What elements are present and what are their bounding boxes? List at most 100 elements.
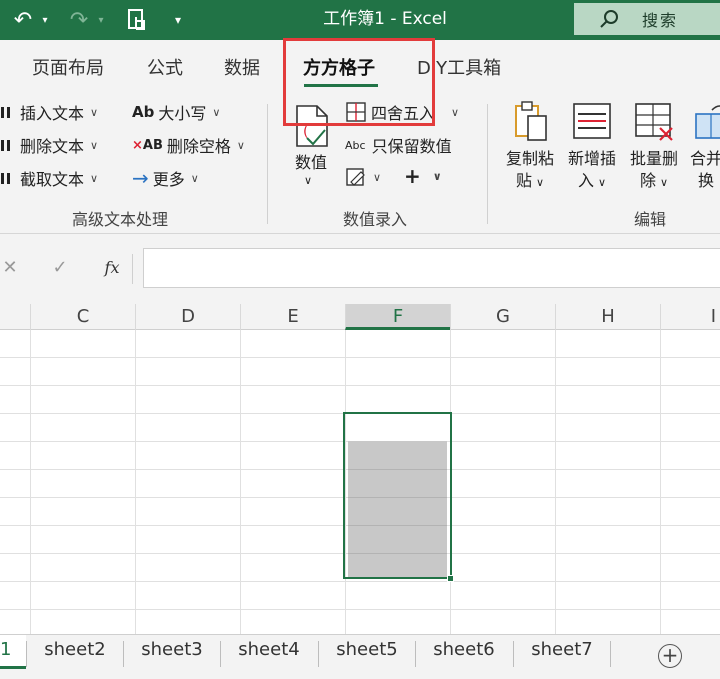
- tab-formulas[interactable]: 公式: [147, 54, 183, 80]
- sheet-tab-sheet5[interactable]: sheet5: [319, 639, 415, 665]
- merge-swap-button[interactable]: 合并 换: [686, 100, 720, 200]
- search-box[interactable]: 搜索: [574, 3, 720, 35]
- chevron-down-icon: ∨: [451, 105, 460, 119]
- merge-swap-label: 合并: [689, 149, 720, 168]
- customize-toolbar-icon[interactable]: ▾: [168, 6, 188, 34]
- touch-mode-icon[interactable]: [122, 6, 152, 34]
- insert-text-icon: [0, 103, 16, 121]
- extract-text-button[interactable]: 截取文本 ∨: [0, 166, 98, 190]
- redo-dropdown-chevron-icon[interactable]: ▾: [94, 6, 108, 34]
- round-button[interactable]: 四舍五入 ∨: [345, 100, 459, 124]
- delete-text-label: 删除文本: [20, 137, 85, 156]
- tab-diy-toolbox[interactable]: DIY工具箱: [417, 54, 501, 80]
- new-insert-button[interactable]: 新增插 入 ∨: [562, 100, 622, 200]
- column-header-d[interactable]: D: [135, 304, 240, 330]
- selection-border: [343, 412, 452, 579]
- undo-dropdown-chevron-icon[interactable]: ▾: [38, 6, 52, 34]
- grid-line: [0, 609, 720, 610]
- sheet-tab-sheet3[interactable]: sheet3: [124, 639, 220, 665]
- insert-text-label: 插入文本: [20, 104, 85, 123]
- batch-delete-button[interactable]: 批量删 除 ∨: [624, 100, 684, 200]
- grid-line: [0, 385, 720, 386]
- new-insert-label: 新增插: [567, 149, 616, 168]
- group-separator: [487, 104, 488, 224]
- insert-rows-icon: [573, 103, 611, 139]
- round-icon: [346, 102, 366, 122]
- grid-line: [135, 330, 136, 634]
- keep-values-label: 只保留数值: [371, 137, 452, 156]
- grid-line: [0, 581, 720, 582]
- column-header-i[interactable]: I: [660, 304, 720, 330]
- batch-delete-label: 批量删: [629, 149, 678, 168]
- tab-data[interactable]: 数据: [224, 54, 260, 80]
- chevron-down-icon: ∨: [432, 169, 442, 183]
- insert-function-icon[interactable]: fx: [98, 254, 126, 282]
- column-header-f[interactable]: F: [345, 304, 450, 330]
- tab-page-layout[interactable]: 页面布局: [32, 54, 104, 80]
- grid-line: [660, 330, 661, 634]
- sheet-tab-active[interactable]: 1: [0, 635, 26, 669]
- sheet-tab-sheet2[interactable]: sheet2: [27, 639, 123, 665]
- edit-format-icon: [346, 168, 365, 186]
- chevron-down-icon: ∨: [304, 174, 313, 187]
- delete-text-button[interactable]: 删除文本 ∨: [0, 133, 98, 157]
- value-button-label: 数值: [294, 153, 327, 172]
- sheet-tab-separator: [610, 641, 611, 667]
- chevron-down-icon: ∨: [90, 105, 99, 119]
- tab-fangfang-gezi[interactable]: 方方格子: [303, 54, 375, 80]
- document-value-icon: (: [296, 105, 328, 147]
- column-header-e[interactable]: E: [240, 304, 345, 330]
- format-tools-button[interactable]: ∨: [345, 166, 381, 188]
- insert-text-button[interactable]: 插入文本 ∨: [0, 100, 98, 124]
- extract-text-label: 截取文本: [20, 170, 85, 189]
- active-tab-indicator: [304, 84, 378, 87]
- formula-input[interactable]: [143, 248, 720, 288]
- remove-spaces-label: 删除空格: [166, 137, 231, 156]
- column-headers: C D E F G H I: [0, 304, 720, 330]
- extract-text-icon: [0, 169, 16, 187]
- merge-swap-icon: [695, 105, 720, 139]
- batch-delete-label-line2: 除 ∨: [639, 171, 669, 190]
- value-big-button[interactable]: ( 数值 ∨: [290, 102, 332, 192]
- grid-line: [0, 357, 720, 358]
- enter-check-icon[interactable]: ✓: [46, 254, 74, 282]
- letter-case-label: 大小写: [158, 104, 207, 123]
- chevron-down-icon: ∨: [236, 138, 245, 152]
- add-sheet-icon[interactable]: +: [658, 644, 682, 668]
- copy-paste-button[interactable]: 复制粘 贴 ∨: [500, 100, 560, 200]
- more-button[interactable]: → 更多 ∨: [132, 166, 199, 190]
- group-label-edit: 编辑: [633, 210, 666, 229]
- delete-text-icon: [0, 136, 16, 154]
- batch-delete-icon: [635, 103, 673, 141]
- undo-icon[interactable]: ↶: [8, 6, 38, 34]
- cancel-icon[interactable]: ✕: [0, 254, 20, 282]
- keep-values-button[interactable]: Abc 只保留数值: [345, 133, 452, 157]
- sheet-tab-sheet7[interactable]: sheet7: [514, 639, 610, 665]
- cell-grid[interactable]: [0, 330, 720, 634]
- column-header-partial[interactable]: [0, 304, 30, 330]
- remove-spaces-icon: ×AB: [132, 137, 163, 153]
- round-label: 四舍五入: [371, 104, 436, 123]
- formula-bar: ✕ ✓ fx: [0, 234, 720, 304]
- group-separator: [267, 104, 268, 224]
- sheet-tab-sheet4[interactable]: sheet4: [221, 639, 317, 665]
- grid-line: [555, 330, 556, 634]
- chevron-down-icon: ∨: [90, 171, 99, 185]
- formula-separator: [132, 254, 133, 284]
- letter-case-icon: Ab: [132, 103, 155, 121]
- column-header-g[interactable]: G: [450, 304, 555, 330]
- arrow-right-icon: →: [132, 166, 149, 190]
- fill-handle[interactable]: [447, 575, 454, 582]
- remove-spaces-button[interactable]: ×AB 删除空格 ∨: [132, 133, 245, 157]
- column-header-h[interactable]: H: [555, 304, 660, 330]
- more-label: 更多: [152, 170, 185, 189]
- sheet-tab-sheet6[interactable]: sheet6: [416, 639, 512, 665]
- merge-swap-label-line2: 换: [697, 171, 714, 190]
- search-icon: [600, 10, 618, 28]
- column-header-c[interactable]: C: [30, 304, 135, 330]
- copy-paste-label: 复制粘: [505, 149, 554, 168]
- plus-button[interactable]: + ∨: [404, 164, 442, 188]
- letter-case-button[interactable]: Ab 大小写 ∨: [132, 100, 220, 124]
- title-bar: ↶ ▾ ↷ ▾ ▾ 工作簿1 - Excel 搜索: [0, 0, 720, 40]
- redo-icon[interactable]: ↷: [64, 6, 94, 34]
